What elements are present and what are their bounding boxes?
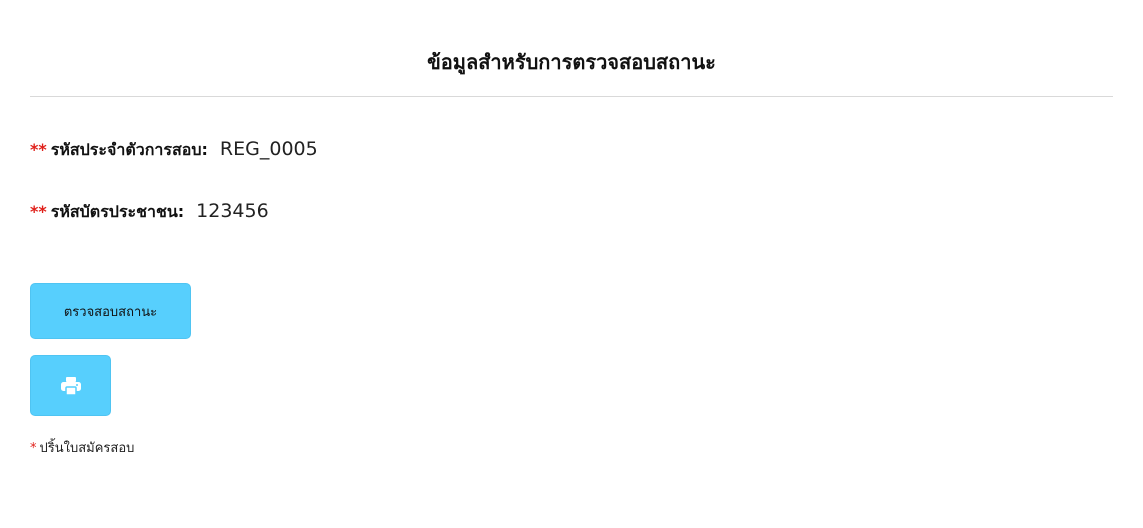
citizen-id-label: รหัสบัตรประชาชน: bbox=[50, 202, 185, 221]
print-button[interactable] bbox=[30, 355, 111, 416]
printer-icon bbox=[60, 376, 81, 395]
note-text: ปริ้นใบสมัครสอบ bbox=[39, 441, 135, 456]
required-mark: ** bbox=[30, 140, 47, 159]
title-divider bbox=[30, 96, 1113, 97]
check-status-label: ตรวจสอบสถานะ bbox=[63, 304, 158, 320]
page-title: ข้อมูลสำหรับการตรวจสอบสถานะ bbox=[427, 50, 716, 74]
print-note: * ปริ้นใบสมัครสอบ bbox=[30, 437, 134, 458]
status-check-page: ข้อมูลสำหรับการตรวจสอบสถานะ ** รหัสประจำ… bbox=[0, 0, 1143, 528]
citizen-id-value: 123456 bbox=[196, 200, 269, 222]
note-mark: * bbox=[30, 441, 37, 456]
exam-id-row: ** รหัสประจำตัวการสอบ: REG_0005 bbox=[30, 138, 318, 163]
check-status-button[interactable]: ตรวจสอบสถานะ bbox=[30, 283, 191, 339]
required-mark: ** bbox=[30, 202, 47, 221]
citizen-id-row: ** รหัสบัตรประชาชน: 123456 bbox=[30, 200, 269, 225]
exam-id-value: REG_0005 bbox=[219, 138, 318, 160]
exam-id-label: รหัสประจำตัวการสอบ: bbox=[50, 140, 208, 159]
